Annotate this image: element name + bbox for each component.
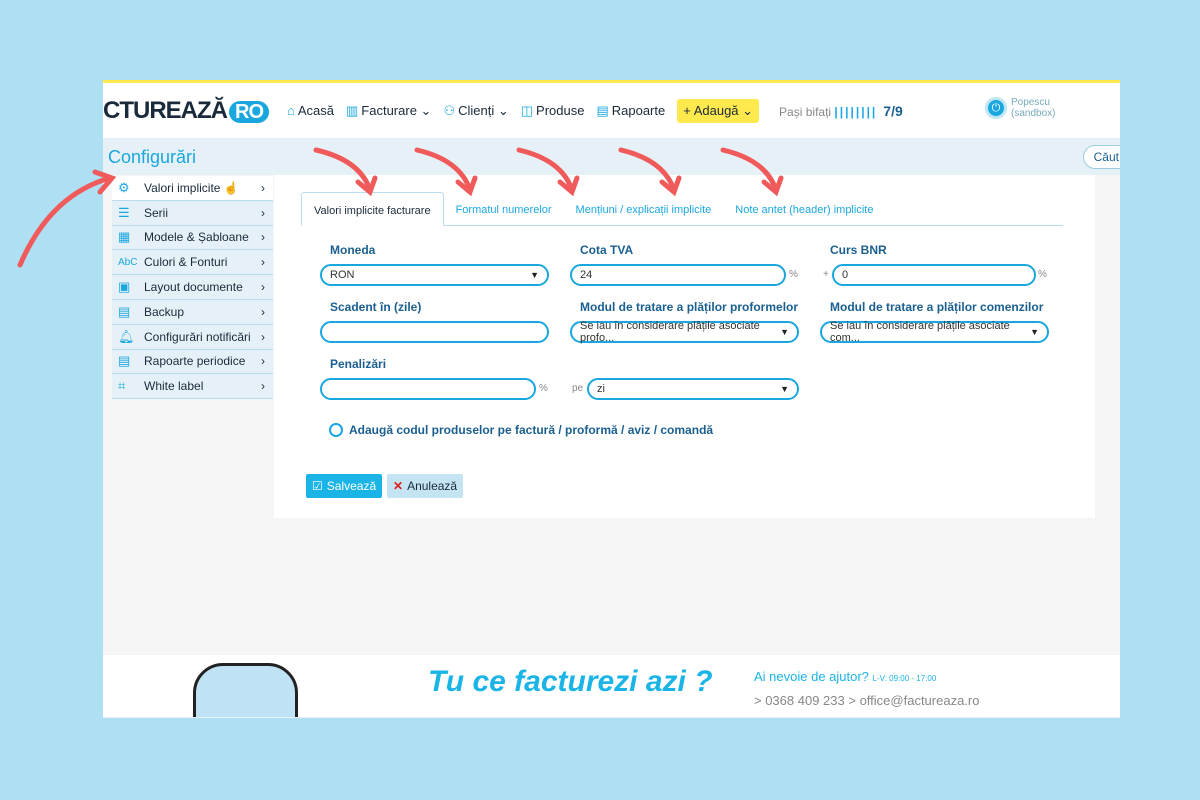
tag-icon: ⌗ (118, 378, 126, 394)
tva-percent: % (789, 269, 798, 280)
home-icon: ⌂ (287, 103, 295, 118)
steps-progress[interactable]: Pași bifați |||||||| 7/9 (779, 103, 903, 119)
user-menu[interactable]: ⏻ Popescu (sandbox) (985, 97, 1055, 119)
top-header: CTUREAZĂ RO ⌂ Acasă ▥ Facturare ⌄ ⚇ Clienți … (103, 83, 1120, 138)
pointer-cursor-icon: ☝ (223, 180, 239, 195)
clipboard-icon: ▤ (596, 102, 609, 118)
sidebar-item-modele[interactable]: ▦ Modele & Șabloane › (112, 225, 273, 251)
contact-info: > 0368 409 233 > office@factureaza.ro (754, 693, 979, 708)
sidebar: ⚙ Valori implicite ☝ › ☰ Serii › ▦ Modele & Ș… (112, 176, 273, 400)
chevron-right-icon: › (261, 329, 265, 344)
footer-slogan: Tu ce facturezi azi ? (428, 665, 713, 698)
tab-note-antet[interactable]: Note antet (header) implicite (723, 192, 885, 225)
tab-valori-implicite[interactable]: Valori implicite facturare (301, 192, 444, 226)
sidebar-item-layout[interactable]: ▣ Layout documente › (112, 275, 273, 300)
cabinet-icon: ▤ (118, 303, 131, 319)
values-icon: ⚙ (118, 179, 130, 195)
sidebar-item-rapoarte[interactable]: ▤ Rapoarte periodice › (112, 349, 273, 375)
penalizari-percent: % (539, 383, 548, 394)
layout-icon: ▣ (118, 279, 131, 295)
bnr-input[interactable]: 0 (832, 264, 1036, 286)
moneda-select[interactable]: RON ▼ (320, 264, 549, 286)
footer-bar (103, 717, 1120, 718)
power-icon: ⏻ (985, 97, 1007, 119)
chevron-right-icon: › (261, 205, 265, 220)
logo[interactable]: CTUREAZĂ RO (103, 97, 269, 125)
chevron-right-icon: › (261, 255, 265, 270)
chevron-down-icon: ▼ (530, 270, 539, 280)
close-icon: ✕ (393, 479, 404, 493)
proforme-select[interactable]: Se iau în considerare plățile asociate p… (570, 320, 799, 344)
comenzi-select[interactable]: Se iau în considerare plățile asociate c… (820, 320, 1049, 344)
cancel-button[interactable]: ✕ Anulează (387, 474, 464, 498)
pe-label: pe (572, 383, 584, 394)
penalizari-input[interactable] (320, 378, 536, 400)
chevron-right-icon: › (261, 280, 265, 295)
phone-link[interactable]: > 0368 409 233 (754, 693, 845, 708)
penalizari-label: Penalizări (330, 357, 387, 371)
sidebar-item-valori-implicite[interactable]: ⚙ Valori implicite ☝ › (112, 176, 273, 201)
radio-circle-icon (329, 423, 343, 437)
email-link[interactable]: > office@factureaza.ro (848, 693, 979, 708)
save-button[interactable]: ☑ Salvează (306, 474, 383, 498)
proforme-label: Modul de tratare a plăților proformelor (580, 300, 799, 314)
sidebar-item-white-label[interactable]: ⌗ White label › (112, 374, 273, 400)
main-nav: ⌂ Acasă ▥ Facturare ⌄ ⚇ Clienți ⌄ ◫ Produse … (287, 98, 760, 123)
chevron-right-icon: › (261, 180, 265, 195)
users-icon: ⚇ (443, 102, 456, 118)
tva-label: Cota TVA (580, 243, 634, 257)
product-code-checkbox[interactable]: Adaugă codul produselor pe factură / pro… (329, 423, 713, 437)
font-icon: AbC (118, 256, 138, 268)
scadent-input[interactable] (320, 321, 549, 343)
tab-formatul-numerelor[interactable]: Formatul numerelor (444, 192, 564, 225)
chevron-down-icon: ▼ (1030, 327, 1039, 337)
search-button[interactable]: Căut (1082, 145, 1120, 169)
nav-rapoarte[interactable]: ▤ Rapoarte (596, 103, 665, 119)
chevron-down-icon: ▼ (780, 327, 789, 337)
moneda-label: Moneda (330, 243, 376, 257)
chevron-right-icon: › (261, 304, 265, 319)
pe-select[interactable]: zi ▼ (587, 378, 799, 400)
bnr-plus: + (823, 269, 829, 280)
chevron-right-icon: › (261, 230, 265, 245)
nav-clienti[interactable]: ⚇ Clienți ⌄ (443, 103, 508, 119)
arrow-sidebar-icon (17, 169, 117, 268)
scadent-label: Scadent în (zile) (330, 300, 422, 314)
clipboard-icon: ▤ (118, 353, 131, 369)
tab-bar: Valori implicite facturare Formatul nume… (301, 192, 1063, 226)
tva-input[interactable]: 24 (570, 264, 786, 286)
app-window: CTUREAZĂ RO ⌂ Acasă ▥ Facturare ⌄ ⚇ Clienți … (103, 80, 1120, 718)
box-icon: ◫ (520, 102, 534, 118)
nav-facturare[interactable]: ▥ Facturare ⌄ (346, 103, 431, 119)
nav-produse[interactable]: ◫ Produse (521, 103, 585, 119)
footer: Tu ce facturezi azi ? Ai nevoie de ajuto… (103, 655, 1120, 718)
bnr-label: Curs BNR (830, 243, 887, 257)
add-button[interactable]: + Adaugă ⌄ (677, 98, 760, 123)
template-icon: ▦ (118, 229, 131, 245)
chevron-right-icon: › (261, 354, 265, 369)
invoice-icon: ▥ (346, 102, 359, 118)
bear-mascot-icon (193, 663, 298, 718)
checkmark-icon: ☑ (312, 479, 323, 493)
comenzi-label: Modul de tratare a plăților comenzilor (830, 300, 1044, 314)
sidebar-item-backup[interactable]: ▤ Backup › (112, 299, 273, 325)
tab-mentiuni[interactable]: Mențiuni / explicații implicite (564, 192, 724, 225)
numbered-list-icon: ☰ (118, 204, 130, 220)
title-band: Configurări Căut (103, 138, 1120, 175)
nav-acasa[interactable]: ⌂ Acasă (287, 103, 334, 118)
sidebar-item-notificari[interactable]: 🔔︎ Configurări notificări › (112, 324, 273, 350)
chevron-right-icon: › (261, 379, 265, 394)
chevron-down-icon: ▼ (780, 384, 789, 394)
sidebar-item-culori[interactable]: AbC Culori & Fonturi › (112, 250, 273, 276)
help-text: Ai nevoie de ajutor? L-V: 09:00 - 17:00 (754, 669, 937, 684)
page-title: Configurări (108, 147, 197, 167)
settings-panel: Valori implicite facturare Formatul nume… (274, 175, 1095, 518)
bnr-percent: % (1038, 269, 1047, 280)
bell-icon: 🔔︎ (118, 328, 135, 344)
sidebar-item-serii[interactable]: ☰ Serii › (112, 200, 273, 226)
